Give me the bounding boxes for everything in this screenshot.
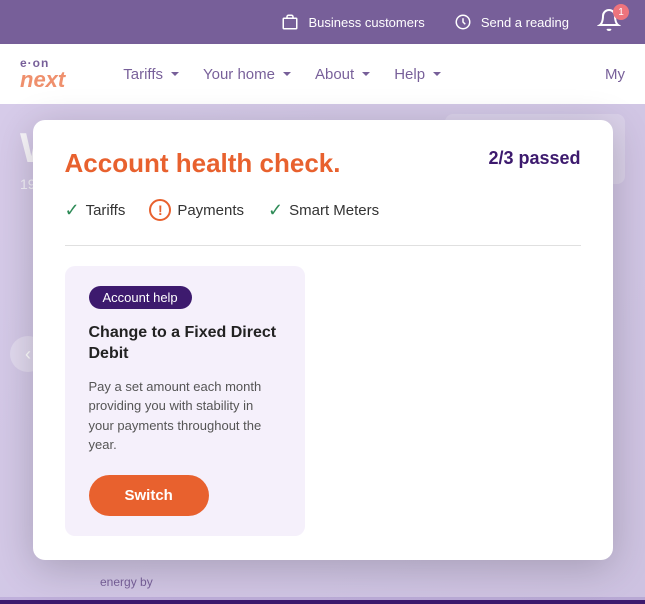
check-tariffs: ✓ Tariffs: [65, 200, 126, 221]
check-tariffs-label: Tariffs: [86, 202, 126, 219]
check-payments: ! Payments: [149, 199, 244, 221]
modal-header: Account health check. 2/3 passed: [65, 148, 581, 179]
check-smart-meters-icon: ✓: [268, 200, 283, 221]
check-smart-meters-label: Smart Meters: [289, 202, 379, 219]
check-payments-icon: !: [149, 199, 171, 221]
modal-checks: ✓ Tariffs ! Payments ✓ Smart Meters: [65, 199, 581, 221]
check-tariffs-icon: ✓: [65, 200, 80, 221]
card-title: Change to a Fixed Direct Debit: [89, 323, 281, 365]
card-description: Pay a set amount each month providing yo…: [89, 377, 281, 455]
check-payments-label: Payments: [177, 202, 244, 219]
purple-bar: [0, 600, 645, 604]
modal: Account health check. 2/3 passed ✓ Tarif…: [33, 120, 613, 560]
switch-button[interactable]: Switch: [89, 475, 209, 516]
modal-overlay: Account health check. 2/3 passed ✓ Tarif…: [0, 0, 645, 597]
check-smart-meters: ✓ Smart Meters: [268, 200, 379, 221]
modal-title: Account health check.: [65, 148, 341, 179]
account-help-badge: Account help: [89, 286, 192, 309]
account-card: Account help Change to a Fixed Direct De…: [65, 266, 305, 536]
modal-divider: [65, 245, 581, 246]
modal-score: 2/3 passed: [488, 148, 580, 169]
